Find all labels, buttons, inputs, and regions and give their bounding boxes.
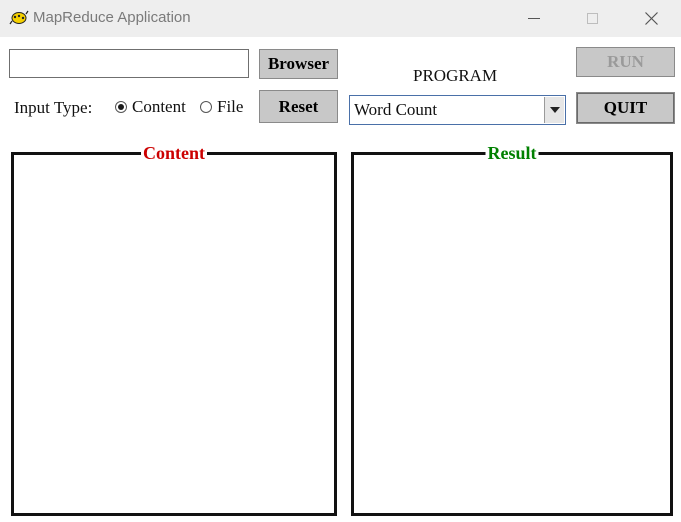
run-button[interactable]: RUN xyxy=(576,47,675,77)
radio-content[interactable] xyxy=(115,101,127,113)
radio-file-label: File xyxy=(217,97,244,116)
close-button[interactable] xyxy=(622,0,680,37)
content-panel-title: Content xyxy=(141,143,207,163)
path-input[interactable] xyxy=(9,49,249,78)
content-panel[interactable]: Content xyxy=(11,143,337,516)
reset-button[interactable]: Reset xyxy=(259,90,338,123)
result-panel[interactable]: Result xyxy=(351,143,673,516)
quit-button[interactable]: QUIT xyxy=(576,92,675,124)
quit-button-label: QUIT xyxy=(603,98,648,117)
maximize-icon xyxy=(586,13,598,24)
dropdown-arrow-button[interactable] xyxy=(544,97,564,123)
title-bar: MapReduce Application xyxy=(0,0,681,37)
program-select[interactable]: Word Count xyxy=(349,95,566,125)
browser-button[interactable]: Browser xyxy=(259,49,338,79)
reset-button-label: Reset xyxy=(278,96,319,116)
minimize-icon xyxy=(528,17,540,19)
minimize-button[interactable] xyxy=(505,0,563,37)
program-label: PROGRAM xyxy=(413,66,498,85)
input-type-label: Input Type: xyxy=(14,98,93,117)
close-icon xyxy=(644,12,658,25)
chevron-down-icon xyxy=(549,107,560,113)
window-title: MapReduce Application xyxy=(33,9,191,26)
maximize-button[interactable] xyxy=(563,0,621,37)
browser-button-label: Browser xyxy=(267,54,330,73)
result-panel-title: Result xyxy=(485,143,539,163)
radio-file[interactable] xyxy=(200,101,212,113)
run-button-label: RUN xyxy=(607,52,644,71)
app-logo-icon xyxy=(9,10,29,25)
program-select-value: Word Count xyxy=(354,100,438,119)
radio-content-label: Content xyxy=(132,97,186,116)
